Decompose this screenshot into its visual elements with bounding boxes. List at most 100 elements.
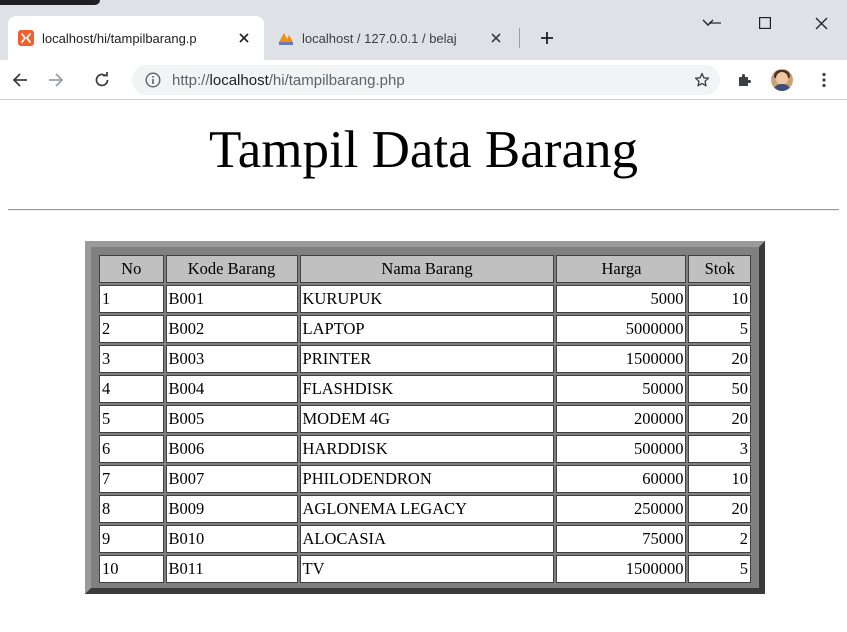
cell-harga: 5000000	[556, 315, 687, 343]
cell-nama-barang: PRINTER	[299, 345, 555, 373]
extensions-button[interactable]	[730, 66, 758, 94]
cell-no: 2	[99, 315, 164, 343]
cell-kode-barang: B002	[165, 315, 298, 343]
table-row: 5 B005 MODEM 4G 200000 20	[99, 405, 751, 433]
phpmyadmin-icon	[278, 30, 294, 46]
arrow-left-icon	[12, 73, 27, 87]
close-tab-icon[interactable]	[234, 28, 254, 48]
header-kode-barang: Kode Barang	[165, 255, 298, 283]
tab-separator	[519, 28, 520, 48]
maximize-button[interactable]	[742, 8, 788, 38]
tab-tampilbarang[interactable]: localhost/hi/tampilbarang.p	[8, 16, 264, 60]
url-scheme: http://	[172, 71, 210, 89]
table-row: 6 B006 HARDDISK 500000 3	[99, 435, 751, 463]
cell-stok: 10	[688, 285, 751, 313]
minimize-icon	[709, 22, 721, 24]
maximize-icon	[759, 17, 771, 29]
cell-harga: 75000	[556, 525, 687, 553]
table-row: 3 B003 PRINTER 1500000 20	[99, 345, 751, 373]
cell-nama-barang: KURUPUK	[299, 285, 555, 313]
cell-stok: 50	[688, 375, 751, 403]
cell-kode-barang: B004	[165, 375, 298, 403]
tab-title: localhost/hi/tampilbarang.p	[42, 30, 197, 46]
page-title: Tampil Data Barang	[209, 121, 638, 179]
header-stok: Stok	[688, 255, 751, 283]
cell-no: 10	[99, 555, 164, 583]
minimize-button-icon-wrap[interactable]	[692, 8, 738, 38]
profile-avatar[interactable]	[771, 69, 793, 91]
menu-button[interactable]	[810, 66, 838, 94]
cell-kode-barang: B010	[165, 525, 298, 553]
cell-no: 6	[99, 435, 164, 463]
close-tab-icon[interactable]	[486, 28, 506, 48]
cell-no: 9	[99, 525, 164, 553]
table-row: 2 B002 LAPTOP 5000000 5	[99, 315, 751, 343]
table-row: 1 B001 KURUPUK 5000 10	[99, 285, 751, 313]
plus-icon	[541, 32, 553, 44]
cell-harga: 200000	[556, 405, 687, 433]
cell-nama-barang: TV	[299, 555, 555, 583]
cell-stok: 10	[688, 465, 751, 493]
new-tab-button[interactable]	[534, 25, 560, 51]
address-bar[interactable]: http://localhost/hi/tampilbarang.php	[132, 65, 720, 95]
reload-icon	[95, 72, 109, 87]
cell-no: 7	[99, 465, 164, 493]
table-row: 9 B010 ALOCASIA 75000 2	[99, 525, 751, 553]
cell-harga: 50000	[556, 375, 687, 403]
data-table-frame: No Kode Barang Nama Barang Harga Stok 1B…	[85, 241, 765, 594]
cell-nama-barang: HARDDISK	[299, 435, 555, 463]
window-corner	[0, 0, 100, 5]
header-nama-barang: Nama Barang	[299, 255, 555, 283]
cell-stok: 20	[688, 495, 751, 523]
arrow-right-icon	[49, 73, 64, 87]
cell-stok: 3	[688, 435, 751, 463]
forward-button[interactable]	[42, 66, 70, 94]
cell-kode-barang: B011	[165, 555, 298, 583]
cell-harga: 60000	[556, 465, 687, 493]
cell-stok: 5	[688, 555, 751, 583]
cell-nama-barang: AGLONEMA LEGACY	[299, 495, 555, 523]
cell-kode-barang: B001	[165, 285, 298, 313]
table-header-row: No Kode Barang Nama Barang Harga Stok	[99, 255, 751, 283]
cell-no: 3	[99, 345, 164, 373]
cell-harga: 1500000	[556, 555, 687, 583]
cell-no: 4	[99, 375, 164, 403]
url-host: localhost	[209, 71, 269, 89]
info-icon[interactable]	[144, 71, 162, 89]
table-row: 10 B011 TV 1500000 5	[99, 555, 751, 583]
close-window-button[interactable]	[798, 8, 844, 38]
table-body: 1 B001 KURUPUK 5000 10 2 B002 LAPTOP 5000000 5 3 B0…	[99, 285, 751, 583]
cell-kode-barang: B009	[165, 495, 298, 523]
browser-titlebar: localhost/hi/tampilbarang.p localhost / …	[0, 0, 847, 60]
header-no: No	[99, 255, 164, 283]
browser-toolbar: http://localhost/hi/tampilbarang.php	[0, 60, 847, 100]
cell-kode-barang: B007	[165, 465, 298, 493]
back-button[interactable]	[6, 66, 34, 94]
more-vert-icon	[822, 72, 826, 88]
cell-harga: 500000	[556, 435, 687, 463]
cell-nama-barang: FLASHDISK	[299, 375, 555, 403]
tab-phpmyadmin[interactable]: localhost / 127.0.0.1 / belaj	[268, 16, 516, 60]
cell-harga: 5000	[556, 285, 687, 313]
bookmark-star-icon[interactable]	[692, 70, 712, 90]
cell-no: 8	[99, 495, 164, 523]
url-path: /hi/tampilbarang.php	[268, 71, 405, 89]
cell-stok: 5	[688, 315, 751, 343]
cell-no: 1	[99, 285, 164, 313]
header-harga: Harga	[556, 255, 687, 283]
cell-harga: 1500000	[556, 345, 687, 373]
tab-title: localhost / 127.0.0.1 / belaj	[302, 30, 457, 46]
table-row: 4 B004 FLASHDISK 50000 50	[99, 375, 751, 403]
xampp-icon	[18, 30, 34, 46]
cell-nama-barang: MODEM 4G	[299, 405, 555, 433]
close-icon	[815, 17, 827, 29]
reload-button[interactable]	[88, 66, 116, 94]
cell-nama-barang: ALOCASIA	[299, 525, 555, 553]
cell-harga: 250000	[556, 495, 687, 523]
cell-no: 5	[99, 405, 164, 433]
page-viewport: Tampil Data Barang No Kode Barang Nama B…	[0, 100, 847, 632]
horizontal-rule	[8, 209, 839, 211]
cell-kode-barang: B003	[165, 345, 298, 373]
cell-nama-barang: PHILODENDRON	[299, 465, 555, 493]
puzzle-icon	[739, 74, 751, 86]
